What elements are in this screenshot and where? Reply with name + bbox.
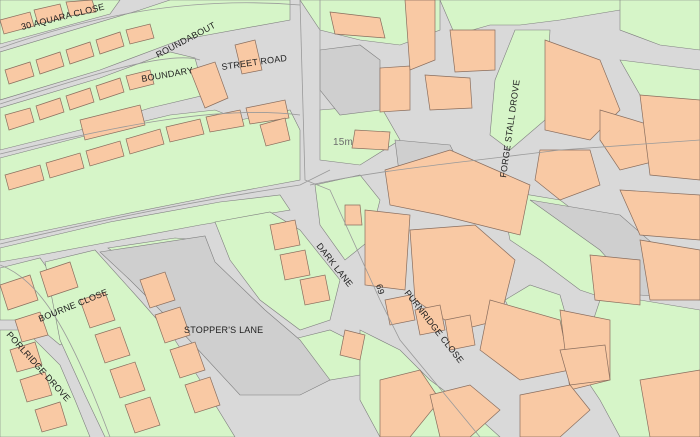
map-canvas: 30 AQUARA CLOSE BOUNDARY ROUNDABOUT STRE…: [0, 0, 700, 437]
label-spot-height: 15m: [333, 137, 353, 148]
label-stoppers-lane: STOPPER'S LANE: [184, 325, 263, 335]
map-view[interactable]: 30 AQUARA CLOSE BOUNDARY ROUNDABOUT STRE…: [0, 0, 700, 437]
